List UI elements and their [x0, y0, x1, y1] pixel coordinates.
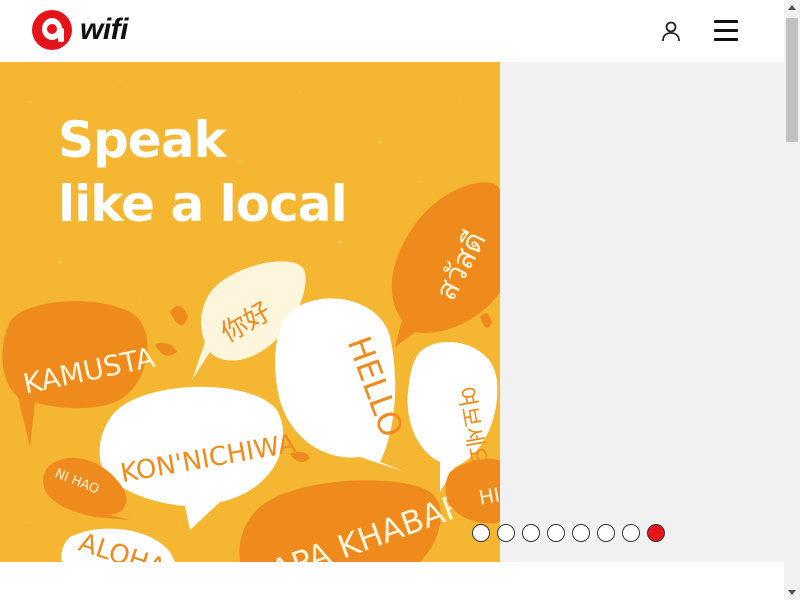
carousel-slide[interactable]: KAMUSTA 你好 HELLO สวัสดี KON'NICHIWA 여보세요	[0, 62, 500, 562]
carousel-dot[interactable]	[497, 524, 515, 542]
scroll-thumb[interactable]	[786, 18, 798, 142]
page: wifi KAMUSTA 你好 HELLO สวัสดี KON'NICHIWA…	[0, 0, 800, 600]
headline-line-2: like a local	[58, 175, 348, 233]
bubble-text-hi: HI	[477, 483, 500, 510]
carousel-dot[interactable]	[472, 524, 490, 542]
carousel-dot[interactable]	[622, 524, 640, 542]
scroll-up-arrow-icon[interactable]	[784, 0, 800, 16]
carousel-dot-active[interactable]	[647, 524, 665, 542]
carousel-dot[interactable]	[597, 524, 615, 542]
airasia-logo-icon	[32, 10, 72, 50]
logo-text: wifi	[80, 13, 129, 46]
airasia-wifi-logo[interactable]: wifi	[32, 10, 129, 50]
user-icon[interactable]	[660, 20, 682, 42]
carousel-dot[interactable]	[572, 524, 590, 542]
headline-line-1: Speak	[58, 111, 227, 169]
vertical-scrollbar[interactable]	[784, 0, 800, 600]
hamburger-menu-icon[interactable]	[714, 19, 740, 43]
scroll-down-arrow-icon[interactable]	[784, 584, 800, 600]
carousel-dot[interactable]	[547, 524, 565, 542]
site-header: wifi	[0, 0, 784, 62]
hero-headline: Speak like a local	[58, 108, 348, 236]
content-area	[0, 562, 784, 600]
carousel-pagination	[466, 518, 665, 548]
hero-carousel: KAMUSTA 你好 HELLO สวัสดี KON'NICHIWA 여보세요	[0, 62, 784, 562]
carousel-dot[interactable]	[522, 524, 540, 542]
